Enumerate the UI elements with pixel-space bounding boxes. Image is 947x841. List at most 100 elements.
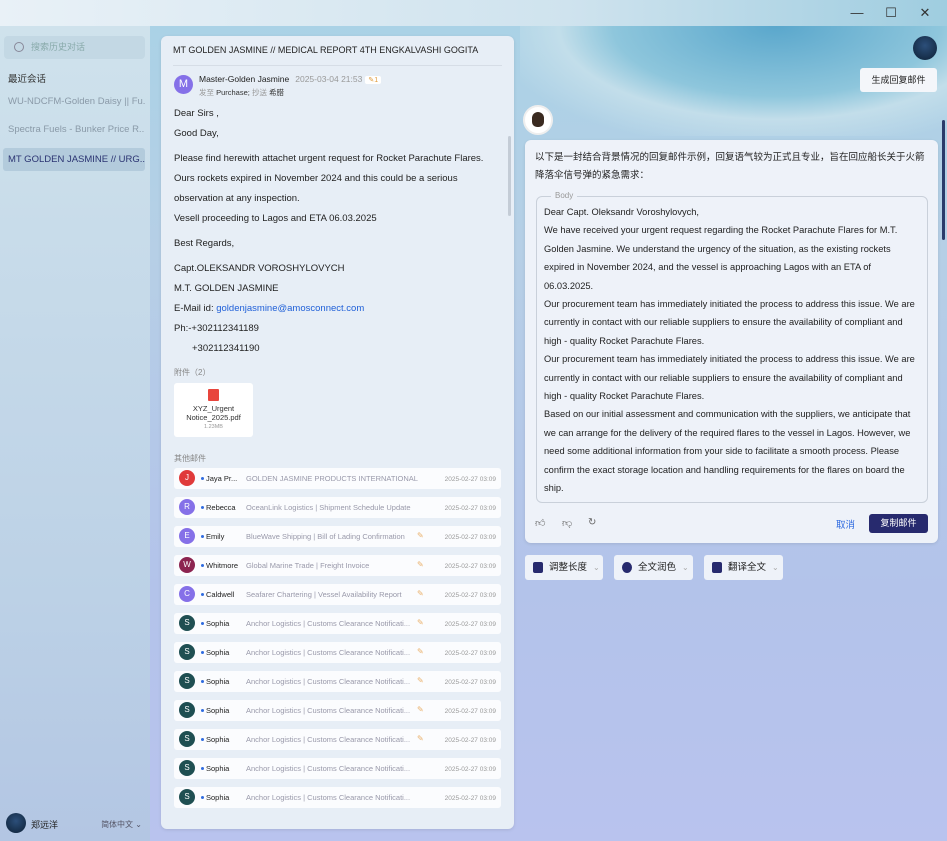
cancel-button[interactable]: 取消 xyxy=(836,517,855,531)
copy-mail-button[interactable]: 复制邮件 xyxy=(869,514,928,533)
attachment-count: 1 xyxy=(374,77,379,84)
divider xyxy=(173,65,502,66)
sender-name: Sophia xyxy=(206,793,230,802)
sender-avatar: S xyxy=(179,789,195,805)
mail-list-item[interactable]: R Rebecca OceanLink Logistics | Shipment S… xyxy=(174,497,501,518)
adjust-length-button[interactable]: 调整长度 ⌄ xyxy=(525,555,603,580)
attachment-size: 1.23MB xyxy=(204,424,223,430)
mail-subject: Seafarer Chartering | Vessel Availabilit… xyxy=(246,590,402,599)
sender-name: Master-Golden Jasmine xyxy=(199,74,290,84)
mail-list-item[interactable]: E Emily BlueWave Shipping | Bill of Lading… xyxy=(174,526,501,547)
sidebar-item[interactable]: Spectra Fuels - Bunker Price R... xyxy=(3,118,145,141)
attachments-label: 附件（2） xyxy=(174,368,211,377)
reply-paragraph: We have received your urgent request reg… xyxy=(544,225,898,291)
mail-date: 2025-02-27 03:09 xyxy=(444,650,496,657)
generate-reply-button[interactable]: 生成回复邮件 xyxy=(860,68,937,92)
language-select[interactable]: 简体中文 ⌄ xyxy=(101,819,142,830)
mail-list-item[interactable]: S Sophia Anchor Logistics | Customs Cleara… xyxy=(174,758,501,779)
sender-name: Sophia xyxy=(206,764,230,773)
sender-avatar: S xyxy=(179,702,195,718)
body-line: Capt.OLEKSANDR VOROSHYLOVYCH xyxy=(174,263,345,274)
unread-dot xyxy=(201,796,204,799)
sidebar-item[interactable]: WU-NDCFM-Golden Daisy || Fu... xyxy=(3,90,145,113)
body-line: Vesell proceeding to Lagos and ETA 06.03… xyxy=(174,213,377,224)
attachment-icon: ✎ xyxy=(417,705,424,714)
mail-title: MT GOLDEN JASMINE // MEDICAL REPORT 4TH … xyxy=(173,45,479,55)
sender-name: Emily xyxy=(206,532,225,541)
mail-list-item[interactable]: S Sophia Anchor Logistics | Customs Cleara… xyxy=(174,671,501,692)
body-label: Body xyxy=(551,191,578,200)
scrollbar[interactable] xyxy=(508,136,511,216)
scrollbar[interactable] xyxy=(942,120,945,240)
attachment-icon: ✎ xyxy=(417,618,424,627)
search-icon xyxy=(14,42,24,52)
sender-avatar: S xyxy=(179,673,195,689)
mail-list-item[interactable]: S Sophia Anchor Logistics | Customs Cleara… xyxy=(174,642,501,663)
attachment-icon: ✎ xyxy=(417,647,424,656)
email-link[interactable]: goldenjasmine@amosconnect.com xyxy=(216,303,364,314)
attachment-card[interactable]: XYZ_Urgent Notice_2025.pdf 1.23MB xyxy=(174,383,253,437)
close-button[interactable]: ✕ xyxy=(915,4,935,22)
unread-dot xyxy=(201,680,204,683)
mail-list-item[interactable]: S Sophia Anchor Logistics | Customs Cleara… xyxy=(174,613,501,634)
body-line: Ours rockets expired in November 2024 an… xyxy=(174,173,458,204)
sender-line: Master-Golden Jasmine 2025-03-04 21:53 ✎1 xyxy=(199,74,382,84)
attachment-icon: ✎ xyxy=(417,560,424,569)
mail-date: 2025-02-27 03:09 xyxy=(444,534,496,541)
tool-label: 全文润色 xyxy=(638,562,677,573)
attachment-icon: ✎ xyxy=(417,676,424,685)
mail-list-item[interactable]: S Sophia Anchor Logistics | Customs Cleara… xyxy=(174,729,501,750)
mail-subject: Anchor Logistics | Customs Clearance Not… xyxy=(246,706,411,715)
attachment-icon: ✎ xyxy=(417,589,424,598)
thumbs-down-icon[interactable]: 👎︎ xyxy=(562,517,572,529)
chevron-down-icon: ⌄ xyxy=(135,820,142,829)
mail-date: 2025-02-27 03:09 xyxy=(444,679,496,686)
sender-name: Rebecca xyxy=(206,503,236,512)
to-label: 发至 xyxy=(199,88,214,97)
attachment-badge[interactable]: ✎1 xyxy=(365,76,382,84)
email-line: E-Mail id: goldenjasmine@amosconnect.com xyxy=(174,299,499,319)
mail-subject: BlueWave Shipping | Bill of Lading Confi… xyxy=(246,532,405,541)
unread-dot xyxy=(201,477,204,480)
document-icon xyxy=(533,562,543,573)
mail-list-item[interactable]: S Sophia Anchor Logistics | Customs Cleara… xyxy=(174,700,501,721)
search-placeholder: 搜索历史对话 xyxy=(31,42,86,52)
unread-dot xyxy=(201,651,204,654)
sidebar-item-active[interactable]: MT GOLDEN JASMINE // URG... xyxy=(3,148,145,171)
mail-subject: Anchor Logistics | Customs Clearance Not… xyxy=(246,677,411,686)
attachment-name: XYZ_Urgent Notice_2025.pdf xyxy=(186,404,241,422)
mail-date: 2025-02-27 03:09 xyxy=(444,476,496,483)
reply-body-box[interactable]: Body Dear Capt. Oleksandr Voroshylovych,… xyxy=(536,191,928,503)
user-profile[interactable]: 郑远洋 简体中文 ⌄ xyxy=(6,813,146,835)
mail-panel: MT GOLDEN JASMINE // MEDICAL REPORT 4TH … xyxy=(161,36,514,829)
mail-list-item[interactable]: S Sophia Anchor Logistics | Customs Cleara… xyxy=(174,787,501,808)
reply-paragraph: Dear Capt. Oleksandr Voroshylovych, xyxy=(544,207,700,217)
polish-button[interactable]: 全文润色 ⌄ xyxy=(614,555,693,580)
reply-card: 以下是一封结合背景情况的回复邮件示例，回复语气较为正式且专业，旨在回应船长关于火… xyxy=(525,140,938,543)
unread-dot xyxy=(201,622,204,625)
mail-subject: GOLDEN JASMINE PRODUCTS INTERNATIONAL xyxy=(246,474,418,483)
thumbs-up-icon[interactable]: 👍︎ xyxy=(535,517,545,529)
mail-date: 2025-03-04 21:53 xyxy=(295,74,363,84)
sender-name: Sophia xyxy=(206,735,230,744)
avatar[interactable] xyxy=(913,36,937,60)
translate-button[interactable]: 翻译全文 ⌄ xyxy=(704,555,783,580)
mail-body: Dear Sirs , Good Day, Please find herewi… xyxy=(174,104,499,359)
sender-avatar: J xyxy=(179,470,195,486)
minimize-button[interactable]: — xyxy=(847,4,867,22)
search-input[interactable]: 搜索历史对话 xyxy=(4,36,145,59)
mail-list-item[interactable]: J Jaya Pr... GOLDEN JASMINE PRODUCTS INTER… xyxy=(174,468,501,489)
sender-name: Sophia xyxy=(206,648,230,657)
attachment-icon: ✎ xyxy=(417,531,424,540)
unread-dot xyxy=(201,535,204,538)
reply-paragraph: Our procurement team has immediately ini… xyxy=(544,299,915,346)
chevron-down-icon: ⌄ xyxy=(682,563,689,572)
chevron-down-icon: ⌄ xyxy=(772,563,779,572)
body-line: Please find herewith attachet urgent req… xyxy=(174,153,484,164)
mail-list-item[interactable]: C Caldwell Seafarer Chartering | Vessel Av… xyxy=(174,584,501,605)
regenerate-icon[interactable]: ↻ xyxy=(588,517,596,528)
sender-avatar: C xyxy=(179,586,195,602)
mail-list-item[interactable]: W Whitmore Global Marine Trade | Freight I… xyxy=(174,555,501,576)
maximize-button[interactable]: ☐ xyxy=(881,4,901,22)
sender-name: Sophia xyxy=(206,619,230,628)
